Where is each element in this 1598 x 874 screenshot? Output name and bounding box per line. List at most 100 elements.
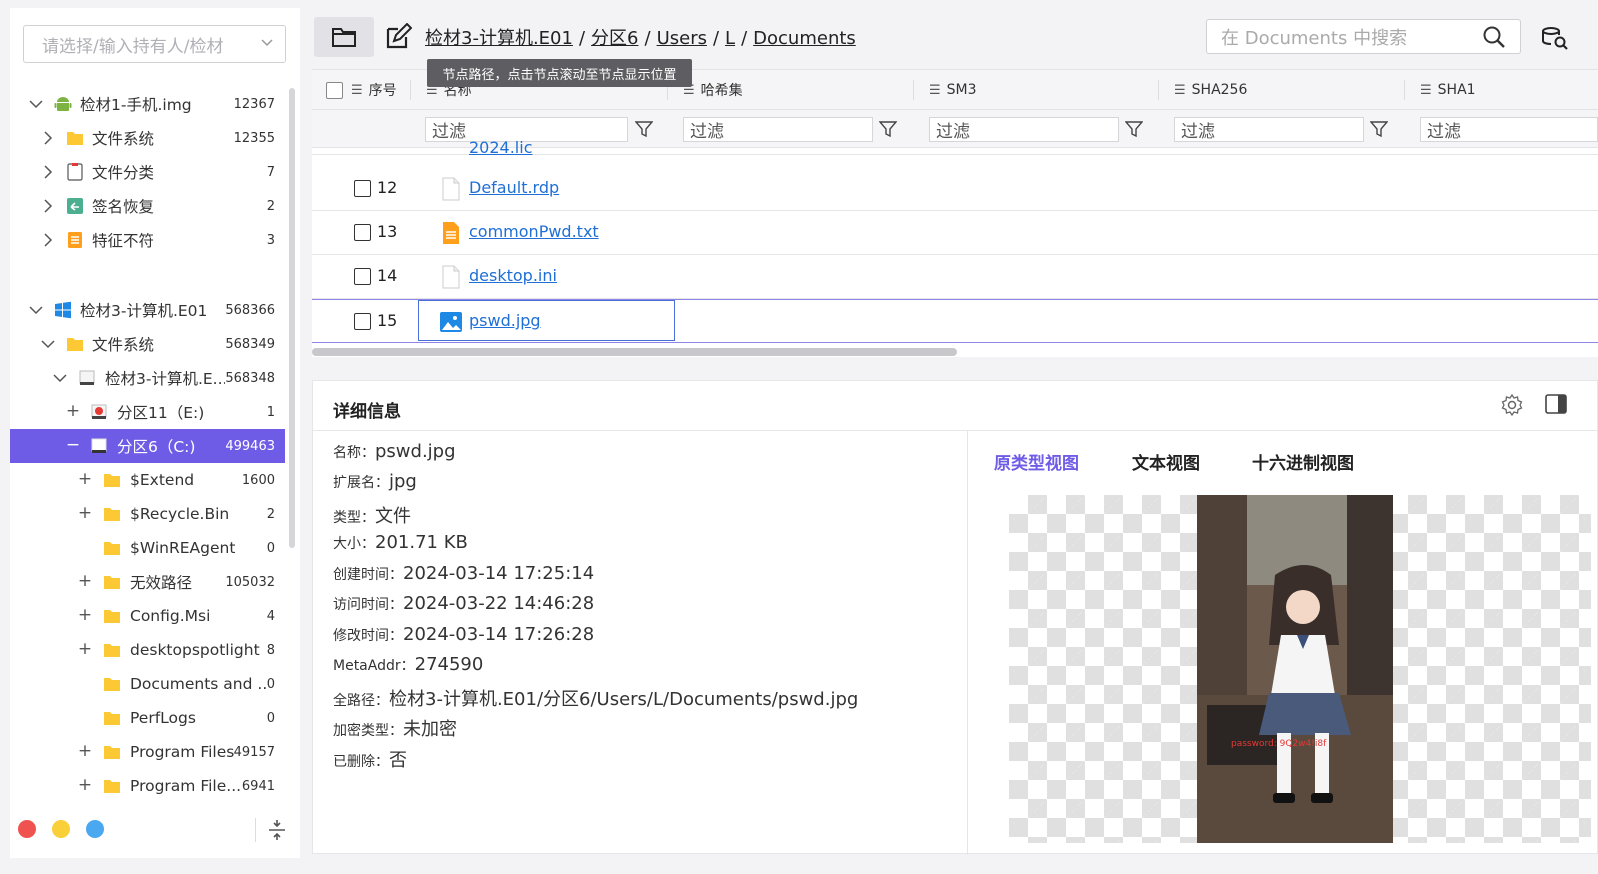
file-name-link[interactable]: 2024.lic <box>469 138 533 157</box>
column-divider[interactable] <box>410 80 411 100</box>
sidebar-scrollbar[interactable] <box>289 88 295 548</box>
menu-icon[interactable]: ☰ <box>1420 83 1432 98</box>
tree-node-folder[interactable]: Documents and ... 0 <box>10 667 285 701</box>
advanced-search-icon[interactable] <box>1540 24 1568 52</box>
file-name-link[interactable]: commonPwd.txt <box>469 222 599 241</box>
expand-plus-icon[interactable]: + <box>77 605 93 625</box>
tree-node-feature-mismatch[interactable]: 特征不符 3 <box>10 223 285 257</box>
tree-node-folder[interactable]: PerfLogs 0 <box>10 701 285 735</box>
chevron-down-icon[interactable] <box>28 302 44 318</box>
table-row[interactable]: 2024.lic <box>312 115 1598 157</box>
column-divider[interactable] <box>913 80 914 100</box>
table-horizontal-scrollbar[interactable] <box>312 348 957 356</box>
prop-size: 大小：201.71 KB <box>333 532 468 553</box>
side-panel-icon[interactable] <box>1545 393 1567 415</box>
folder-icon <box>104 644 120 657</box>
status-dots <box>18 820 104 838</box>
tree-node-computer-image[interactable]: 检材3-计算机.E01 568366 <box>10 293 285 327</box>
expand-plus-icon[interactable]: + <box>77 503 93 523</box>
image-preview[interactable]: password: 9Q2w4!i8f <box>1009 495 1591 843</box>
blue-dot[interactable] <box>86 820 104 838</box>
edit-path-icon[interactable] <box>384 23 412 51</box>
folder-icon <box>104 746 120 759</box>
tree-node-folder[interactable]: + Program Files 49157 <box>10 735 285 769</box>
tree-node-disk[interactable]: 检材3-计算机.E... 568348 <box>10 361 285 395</box>
tree-node-folder[interactable]: + Config.Msi 4 <box>10 599 285 633</box>
chevron-right-icon[interactable] <box>40 130 56 146</box>
table-row-selected[interactable]: 15 pswd.jpg <box>312 299 1598 343</box>
gear-icon[interactable] <box>1501 394 1523 416</box>
chevron-down-icon[interactable] <box>52 370 68 386</box>
menu-icon[interactable]: ☰ <box>929 83 941 98</box>
tree-node-partition-c[interactable]: − 分区6（C:) 499463 <box>10 429 285 463</box>
open-folder-button[interactable] <box>314 17 374 57</box>
table-row[interactable]: 13 commonPwd.txt <box>312 211 1598 255</box>
column-header-label: SM3 <box>946 82 977 98</box>
menu-icon[interactable]: ☰ <box>351 83 363 98</box>
folder-icon <box>104 712 120 725</box>
tab-hex-view[interactable]: 十六进制视图 <box>1252 449 1354 474</box>
select-all-checkbox[interactable] <box>326 81 343 99</box>
row-checkbox[interactable] <box>354 268 371 285</box>
tree-node-folder[interactable]: $WinREAgent 0 <box>10 531 285 565</box>
row-checkbox[interactable] <box>354 313 371 330</box>
file-name-link[interactable]: Default.rdp <box>469 178 559 197</box>
search-input[interactable]: 在 Documents 中搜索 <box>1206 19 1521 54</box>
tree-node-signature-recovery[interactable]: 签名恢复 2 <box>10 189 285 223</box>
breadcrumb-segment[interactable]: L <box>725 28 735 49</box>
tree-node-folder[interactable]: + 无效路径 105032 <box>10 565 285 599</box>
collapse-all-icon[interactable] <box>265 818 289 842</box>
chevron-right-icon[interactable] <box>40 198 56 214</box>
search-icon[interactable] <box>1482 25 1506 49</box>
tree-node-filesystem[interactable]: 文件系统 568349 <box>10 327 285 361</box>
prop-type: 类型：文件 <box>333 502 411 528</box>
chevron-right-icon[interactable] <box>40 164 56 180</box>
file-name-link[interactable]: desktop.ini <box>469 266 557 285</box>
breadcrumb-segment[interactable]: 检材3-计算机.E01 <box>425 28 573 49</box>
tree-node-folder[interactable]: + $Recycle.Bin 2 <box>10 497 285 531</box>
breadcrumb-segment[interactable]: Documents <box>753 28 856 49</box>
column-header-sha256[interactable]: ☰ SHA256 <box>1174 70 1247 110</box>
yellow-dot[interactable] <box>52 820 70 838</box>
expand-plus-icon[interactable]: + <box>65 401 81 421</box>
image-file-icon <box>440 312 462 332</box>
collapse-minus-icon[interactable]: − <box>65 435 81 455</box>
chevron-down-icon[interactable] <box>40 336 56 352</box>
table-row[interactable]: 14 desktop.ini <box>312 255 1598 299</box>
tab-text-view[interactable]: 文本视图 <box>1132 449 1200 474</box>
breadcrumb-segment[interactable]: Users <box>657 28 707 49</box>
column-divider[interactable] <box>1404 80 1405 100</box>
menu-icon[interactable]: ☰ <box>1174 83 1186 98</box>
red-dot[interactable] <box>18 820 36 838</box>
expand-plus-icon[interactable]: + <box>77 775 93 795</box>
row-checkbox[interactable] <box>354 180 371 197</box>
tree-node-folder[interactable]: + Program File... 6941 <box>10 769 285 803</box>
expand-plus-icon[interactable]: + <box>77 741 93 761</box>
expand-plus-icon[interactable]: + <box>77 571 93 591</box>
tree-node-partition-e[interactable]: + 分区11（E:) 1 <box>10 395 285 429</box>
row-index: 15 <box>377 311 398 330</box>
tree-node-filesystem[interactable]: 文件系统 12355 <box>10 121 285 155</box>
chevron-right-icon[interactable] <box>40 232 56 248</box>
tab-native-view[interactable]: 原类型视图 <box>994 449 1079 474</box>
row-checkbox[interactable] <box>354 224 371 241</box>
breadcrumb-tooltip: 节点路径，点击节点滚动至节点显示位置 <box>427 59 692 87</box>
column-divider[interactable] <box>1158 80 1159 100</box>
tree-node-label: Config.Msi <box>130 607 211 625</box>
tree-node-count: 12355 <box>233 130 275 146</box>
table-row[interactable]: 12 Default.rdp <box>312 167 1598 211</box>
tree-node-folder[interactable]: + $Extend 1600 <box>10 463 285 497</box>
breadcrumb-segment[interactable]: 分区6 <box>591 28 638 49</box>
column-header-index[interactable]: ☰ 序号 <box>326 70 397 110</box>
tree-node-folder[interactable]: + desktopspotlight 8 <box>10 633 285 667</box>
expand-plus-icon[interactable]: + <box>77 639 93 659</box>
tree-node-phone-image[interactable]: 检材1-手机.img 12367 <box>10 87 285 121</box>
column-header-sm3[interactable]: ☰ SM3 <box>929 70 977 110</box>
details-title: 详细信息 <box>333 402 401 422</box>
owner-select[interactable]: 请选择/输入持有人/检材 <box>23 25 286 63</box>
expand-plus-icon[interactable]: + <box>77 469 93 489</box>
tree-node-file-category[interactable]: 文件分类 7 <box>10 155 285 189</box>
chevron-down-icon[interactable] <box>28 96 44 112</box>
column-header-sha1[interactable]: ☰ SHA1 <box>1420 70 1476 110</box>
file-name-link[interactable]: pswd.jpg <box>469 311 541 330</box>
